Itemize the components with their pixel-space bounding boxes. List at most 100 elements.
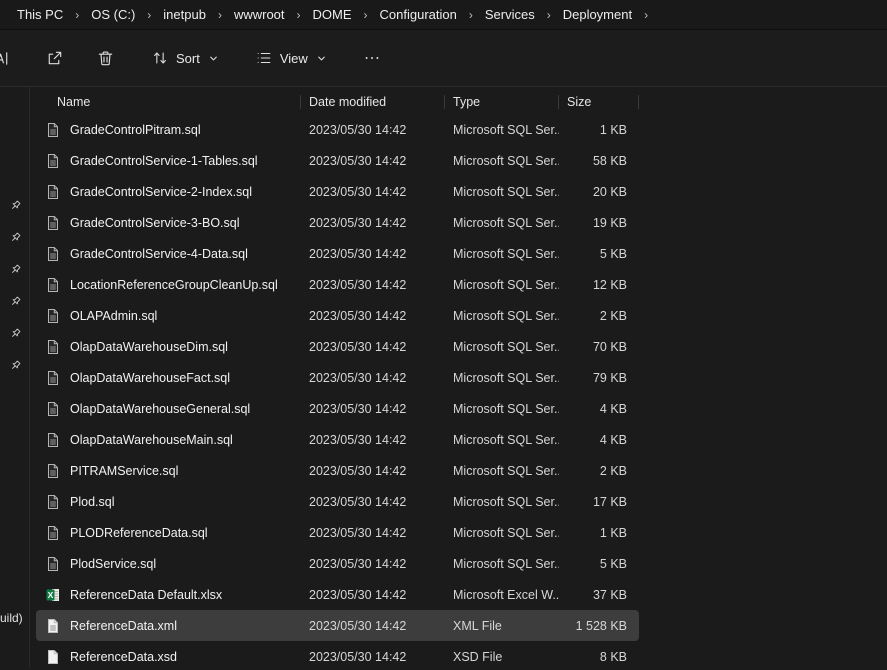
file-date-modified: 2023/05/30 14:42 [301, 123, 445, 137]
file-date-modified: 2023/05/30 14:42 [301, 433, 445, 447]
file-size: 4 KB [559, 402, 639, 416]
pin-icon[interactable] [9, 327, 22, 340]
file-name: ReferenceData.xsd [70, 650, 177, 664]
breadcrumb-item[interactable]: DOME [308, 5, 357, 24]
share-icon [45, 49, 64, 68]
table-row[interactable]: PlodService.sql2023/05/30 14:42Microsoft… [36, 548, 639, 579]
file-name: PlodService.sql [70, 557, 156, 571]
table-row[interactable]: LocationReferenceGroupCleanUp.sql2023/05… [36, 269, 639, 300]
file-type: Microsoft SQL Ser... [445, 433, 559, 447]
breadcrumb-item[interactable]: wwwroot [229, 5, 290, 24]
sql-file-icon [45, 556, 61, 572]
column-header-name[interactable]: Name [36, 90, 301, 114]
file-date-modified: 2023/05/30 14:42 [301, 526, 445, 540]
chevron-right-icon[interactable]: › [540, 8, 558, 22]
sql-file-icon [45, 308, 61, 324]
file-size: 17 KB [559, 495, 639, 509]
chevron-right-icon[interactable]: › [211, 8, 229, 22]
table-row[interactable]: GradeControlService-1-Tables.sql2023/05/… [36, 145, 639, 176]
chevron-right-icon[interactable]: › [637, 8, 655, 22]
chevron-right-icon[interactable]: › [462, 8, 480, 22]
table-row[interactable]: PLODReferenceData.sql 2023/05/30 14:42Mic… [36, 517, 639, 548]
file-date-modified: 2023/05/30 14:42 [301, 619, 445, 633]
file-type: Microsoft SQL Ser... [445, 340, 559, 354]
file-type: Microsoft SQL Ser... [445, 123, 559, 137]
breadcrumb-item[interactable]: This PC [12, 5, 68, 24]
file-date-modified: 2023/05/30 14:42 [301, 371, 445, 385]
trash-icon [96, 49, 115, 68]
pin-icon[interactable] [9, 295, 22, 308]
share-button[interactable] [36, 40, 73, 76]
sql-file-icon [45, 432, 61, 448]
table-row[interactable]: OlapDataWarehouseMain.sql2023/05/30 14:4… [36, 424, 639, 455]
file-type: XML File [445, 619, 559, 633]
file-date-modified: 2023/05/30 14:42 [301, 309, 445, 323]
column-header-size[interactable]: Size [559, 90, 639, 114]
file-type: Microsoft Excel W... [445, 588, 559, 602]
table-row[interactable]: GradeControlService-4-Data.sql2023/05/30… [36, 238, 639, 269]
column-header-date-modified[interactable]: Date modified [301, 90, 445, 114]
table-row[interactable]: OlapDataWarehouseDim.sql 2023/05/30 14:42… [36, 331, 639, 362]
view-button[interactable]: View [246, 40, 336, 76]
xsd-file-icon [45, 649, 61, 665]
file-date-modified: 2023/05/30 14:42 [301, 340, 445, 354]
sort-button[interactable]: Sort [142, 40, 228, 76]
table-row[interactable]: GradeControlService-2-Index.sql2023/05/3… [36, 176, 639, 207]
file-name: PLODReferenceData.sql [70, 526, 208, 540]
table-row[interactable]: Plod.sql2023/05/30 14:42Microsoft SQL Se… [36, 486, 639, 517]
pin-icon[interactable] [9, 263, 22, 276]
file-size: 5 KB [559, 247, 639, 261]
table-row[interactable]: GradeControlService-3-BO.sql2023/05/30 1… [36, 207, 639, 238]
chevron-right-icon[interactable]: › [140, 8, 158, 22]
more-button[interactable] [354, 40, 390, 76]
sql-file-icon [45, 277, 61, 293]
file-name: GradeControlService-1-Tables.sql [70, 154, 258, 168]
file-name: OlapDataWarehouseFact.sql [70, 371, 230, 385]
more-icon [363, 49, 381, 67]
column-header-type[interactable]: Type [445, 90, 559, 114]
file-name: OlapDataWarehouseDim.sql [70, 340, 228, 354]
chevron-right-icon[interactable]: › [68, 8, 86, 22]
sql-file-icon [45, 370, 61, 386]
table-row[interactable]: OlapDataWarehouseGeneral.sql2023/05/30 1… [36, 393, 639, 424]
chevron-down-icon [316, 53, 327, 64]
breadcrumb-item[interactable]: OS (C:) [86, 5, 140, 24]
table-row[interactable]: PITRAMService.sql2023/05/30 14:42Microso… [36, 455, 639, 486]
table-row[interactable]: OLAPAdmin.sql2023/05/30 14:42Microsoft S… [36, 300, 639, 331]
sql-file-icon [45, 153, 61, 169]
sort-icon [151, 49, 169, 67]
file-size: 1 528 KB [559, 619, 639, 633]
chevron-right-icon[interactable]: › [290, 8, 308, 22]
file-type: XSD File [445, 650, 559, 664]
breadcrumb-item[interactable]: inetpub [158, 5, 211, 24]
delete-button[interactable] [87, 40, 124, 76]
table-row[interactable]: XReferenceData Default.xlsx2023/05/30 14… [36, 579, 639, 610]
file-size: 2 KB [559, 464, 639, 478]
pin-icon[interactable] [9, 359, 22, 372]
table-row[interactable]: ReferenceData.xsd2023/05/30 14:42XSD Fil… [36, 641, 639, 670]
file-name: GradeControlService-4-Data.sql [70, 247, 248, 261]
rename-button[interactable] [0, 40, 22, 76]
file-name: ReferenceData.xml [70, 619, 177, 633]
pin-icon[interactable] [9, 199, 22, 212]
view-label: View [280, 51, 308, 66]
file-type: Microsoft SQL Ser... [445, 526, 559, 540]
breadcrumb-item[interactable]: Services [480, 5, 540, 24]
breadcrumb-item[interactable]: Configuration [375, 5, 462, 24]
breadcrumb-item[interactable]: Deployment [558, 5, 637, 24]
sort-label: Sort [176, 51, 200, 66]
table-row[interactable]: OlapDataWarehouseFact.sql 2023/05/30 14:4… [36, 362, 639, 393]
sidebar-partial-item[interactable]: uild) [0, 611, 23, 625]
file-size: 1 KB [559, 123, 639, 137]
view-icon [255, 49, 273, 67]
chevron-right-icon[interactable]: › [357, 8, 375, 22]
file-name: ReferenceData Default.xlsx [70, 588, 222, 602]
file-type: Microsoft SQL Ser... [445, 278, 559, 292]
pin-icon[interactable] [9, 231, 22, 244]
sql-file-icon [45, 246, 61, 262]
file-date-modified: 2023/05/30 14:42 [301, 185, 445, 199]
table-row[interactable]: GradeControlPitram.sql2023/05/30 14:42Mi… [36, 114, 639, 145]
svg-text:X: X [48, 589, 54, 599]
table-row[interactable]: ReferenceData.xml 2023/05/30 14:42XML Fil… [36, 610, 639, 641]
file-date-modified: 2023/05/30 14:42 [301, 464, 445, 478]
